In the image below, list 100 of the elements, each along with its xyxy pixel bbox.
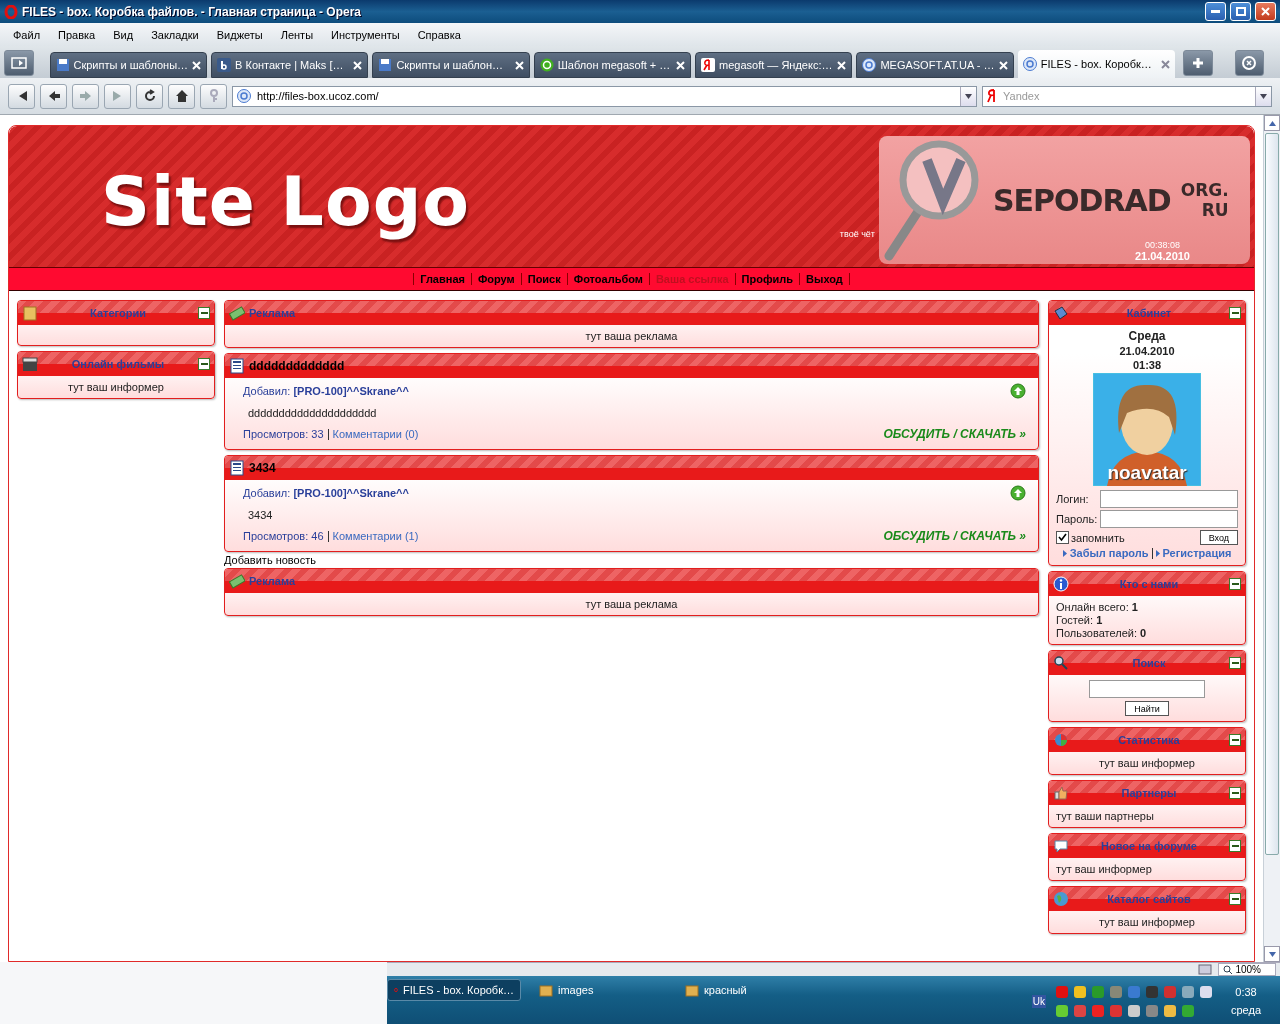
tray-icon[interactable] (1126, 1002, 1142, 1019)
day-label: Среда (1127, 329, 1167, 343)
minimize-button[interactable] (1205, 2, 1226, 21)
arrow-up-icon[interactable] (1010, 485, 1026, 501)
checkbox-label: запомнить (1071, 531, 1125, 544)
tray-icon[interactable] (1072, 983, 1088, 1000)
menu-item[interactable]: Вид (104, 28, 143, 41)
browser-tab[interactable]: Скрипты и шаблон… (372, 52, 530, 78)
tray-icon[interactable] (1180, 983, 1196, 1000)
scroll-thumb[interactable] (1265, 133, 1279, 855)
menu-item[interactable]: Справка (408, 28, 470, 41)
browser-tab[interactable]: Шаблон megasoft + … (533, 52, 692, 78)
menu-item[interactable]: Инструменты (322, 28, 409, 41)
add-news-link[interactable]: Добавить новость (224, 554, 1039, 566)
scroll-up-button[interactable] (1264, 115, 1280, 131)
search-button[interactable]: Найти (1125, 701, 1169, 716)
caret-icon (1260, 93, 1267, 99)
block-title: Кто с нами (1118, 578, 1180, 590)
block-title: Новое на форуме (1100, 840, 1198, 852)
nav-link[interactable]: Профиль (734, 273, 800, 285)
block-title: Поиск (1131, 657, 1167, 669)
header-date: 21.04.2010 (1134, 250, 1190, 262)
zoom-control[interactable]: 100% (1218, 963, 1276, 976)
brand-suffix: ORG. (1180, 180, 1229, 200)
field-label: Пароль: (1056, 513, 1096, 525)
new-tab-button[interactable] (1183, 50, 1213, 76)
collapse-button[interactable] (198, 358, 210, 370)
collapse-button[interactable] (1229, 787, 1241, 799)
language-indicator[interactable]: Uk (1031, 994, 1046, 1008)
remember-checkbox[interactable] (1056, 531, 1069, 544)
tray-icon[interactable] (1054, 1002, 1070, 1019)
scrollbar[interactable] (1263, 115, 1280, 962)
tab-title: FILES - box. Коробк… (1040, 58, 1153, 70)
menu-item[interactable]: Виджеты (207, 28, 272, 41)
browser-tab[interactable]: FILES - box. Коробк… (1017, 50, 1175, 78)
closed-tabs-button[interactable] (1234, 50, 1264, 76)
nav-link[interactable]: Главная (413, 273, 471, 285)
globe-icon (1053, 891, 1069, 907)
close-button[interactable] (1255, 2, 1276, 21)
browser-tab[interactable]: megasoft — Яндекс:… (695, 52, 853, 78)
rewind-button[interactable] (8, 83, 35, 109)
nav-link[interactable]: Фотоальбом (566, 273, 649, 285)
close-icon[interactable] (1161, 59, 1170, 69)
view-count: Просмотров: 46 (243, 530, 324, 542)
book-icon (1053, 305, 1069, 321)
login-field[interactable] (1100, 490, 1238, 508)
collapse-button[interactable] (1229, 734, 1241, 746)
collapse-button[interactable] (1229, 840, 1241, 852)
folder-icon (22, 305, 38, 321)
browser-tab[interactable]: MEGASOFT.AT.UA - … (856, 52, 1014, 78)
nav-link[interactable]: Форум (470, 273, 521, 285)
caret-icon (1268, 120, 1276, 126)
collapse-button[interactable] (1229, 893, 1241, 905)
taskbar-button[interactable]: красный (679, 979, 813, 1001)
scroll-down-button[interactable] (1264, 946, 1280, 962)
tray-icon[interactable] (1180, 1002, 1196, 1019)
nav-link[interactable]: Поиск (520, 273, 567, 285)
menu-item[interactable]: Файл (4, 28, 50, 41)
taskbar-button[interactable]: images (533, 979, 667, 1001)
browser-tab[interactable]: В Контакте | Maks [… (211, 52, 369, 78)
author-line: Добавил: [PRO-100]^^Skrane^^ (243, 487, 409, 499)
arrow-up-icon[interactable] (1010, 383, 1026, 399)
browser-tab[interactable]: Скрипты и шаблоны… (49, 52, 208, 78)
search-field[interactable] (1089, 680, 1205, 698)
tray-icon[interactable] (1144, 983, 1160, 1000)
tray-icon[interactable] (1198, 983, 1214, 1000)
back-button[interactable] (40, 83, 67, 109)
triangle-icon (1155, 549, 1160, 557)
stat-line: Гостей: 1 (1056, 614, 1104, 626)
panel-toggle-button[interactable] (4, 50, 34, 76)
comments-link[interactable]: Комментарии (1) (332, 530, 419, 542)
account-link[interactable]: Регистрация (1162, 547, 1232, 559)
tray-icon[interactable] (1162, 1002, 1178, 1019)
dropdown-button[interactable] (1255, 86, 1271, 106)
block-title: ddddddddddddd (249, 359, 346, 373)
collapse-button[interactable] (1229, 307, 1241, 319)
home-button[interactable] (168, 83, 195, 109)
menu-item[interactable]: Ленты (271, 28, 323, 41)
collapse-button[interactable] (1229, 657, 1241, 669)
account-link[interactable]: Забыл пароль (1069, 547, 1149, 559)
field-label: Логин: (1056, 493, 1090, 505)
menu-item[interactable]: Закладки (142, 28, 208, 41)
triangle-icon (1062, 549, 1067, 557)
nav-link[interactable]: Выход (799, 273, 850, 285)
discuss-link[interactable]: ОБСУДИТЬ / СКАЧАТЬ » (883, 529, 1026, 543)
menu-item[interactable]: Правка (49, 28, 105, 41)
dropdown-button[interactable] (960, 86, 976, 106)
block-title: Категории (89, 307, 147, 319)
collapse-button[interactable] (1229, 578, 1241, 590)
password-field[interactable] (1100, 510, 1238, 528)
discuss-link[interactable]: ОБСУДИТЬ / СКАЧАТЬ » (883, 427, 1026, 441)
collapse-button[interactable] (198, 307, 210, 319)
address-field[interactable]: http://files-box.ucoz.com/ (232, 85, 977, 107)
brand-logo: SEPODRAD (993, 182, 1171, 218)
comments-link[interactable]: Комментарии (0) (332, 428, 419, 440)
maximize-button[interactable] (1230, 2, 1251, 21)
taskbar-button[interactable]: FILES - box. Коробк… (387, 979, 521, 1001)
task-label: FILES - box. Коробк… (402, 984, 514, 996)
reload-button[interactable] (136, 83, 163, 109)
login-button[interactable]: Вход (1199, 530, 1238, 545)
